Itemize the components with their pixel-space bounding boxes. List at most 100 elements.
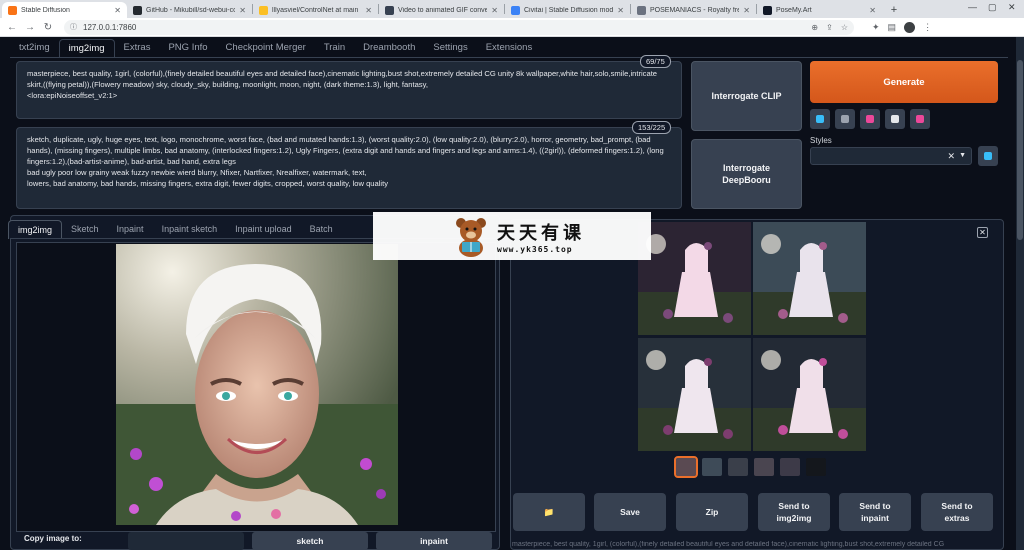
new-tab-icon[interactable]: + [886, 2, 902, 18]
trash-icon[interactable] [835, 109, 855, 129]
subtab-inpaint-sketch[interactable]: Inpaint sketch [153, 220, 227, 239]
browser-tab[interactable]: Stable Diffusion ✕ [2, 2, 127, 18]
tab-favicon-icon [637, 5, 646, 15]
styles-dropdown[interactable]: ✕ ▼ [810, 147, 972, 165]
open-folder-button[interactable]: 📁 [513, 493, 585, 531]
gallery-thumbnail[interactable] [754, 458, 774, 476]
page-scrollbar-thumb[interactable] [1017, 60, 1023, 240]
reload-icon[interactable]: ↻ [40, 19, 56, 35]
tab-extensions[interactable]: Extensions [477, 39, 541, 57]
tab-settings[interactable]: Settings [424, 39, 476, 57]
tab-train[interactable]: Train [315, 39, 354, 57]
browser-tab[interactable]: PoseMy.Art ✕ [757, 2, 882, 18]
bookmark-star-icon[interactable]: ☆ [841, 23, 848, 32]
gallery-thumbnail[interactable] [728, 458, 748, 476]
send-to-img2img-button[interactable]: Send to img2img [758, 493, 830, 531]
close-tab-icon[interactable]: ✕ [114, 6, 121, 15]
input-image[interactable] [116, 244, 398, 525]
browser-tab[interactable]: GitHub - Mikubill/sd-webui-con ✕ [127, 2, 252, 18]
browser-tab[interactable]: Video to animated GIF converter✕ [379, 2, 504, 18]
save-button[interactable]: Save [594, 493, 666, 531]
generate-button[interactable]: Generate [810, 61, 998, 103]
prompt-line: fingers:1.2),(bad-artist-anime), bad-art… [27, 157, 236, 166]
clipboard-icon-glyph [891, 115, 899, 123]
paste-icon[interactable] [810, 109, 830, 129]
share-icon[interactable]: ⇪ [826, 23, 833, 32]
send-to-inpaint-button[interactable]: Send to inpaint [839, 493, 911, 531]
gallery-image[interactable] [753, 338, 866, 451]
extra-networks-icon[interactable] [860, 109, 880, 129]
clipboard-icon[interactable] [885, 109, 905, 129]
browser-tab-strip: Stable Diffusion ✕ GitHub - Mikubill/sd-we… [0, 0, 1024, 18]
window-close-icon[interactable]: ✕ [1008, 2, 1016, 13]
gallery-image[interactable] [638, 222, 751, 335]
bear-mascot-icon [456, 218, 486, 257]
prompt-line: hands), (missing fingers), multiple limb… [27, 146, 664, 155]
generation-info: masterpiece, best quality, 1girl, (color… [512, 541, 945, 548]
subtab-inpaint-upload[interactable]: Inpaint upload [226, 220, 301, 239]
chevron-down-icon[interactable]: ▼ [959, 152, 966, 159]
tab-extras[interactable]: Extras [115, 39, 160, 57]
browser-tab[interactable]: lllyasviel/ControlNet at main ✕ [253, 2, 378, 18]
copy-to-sketch-button[interactable]: sketch [252, 532, 368, 550]
tab-favicon-icon [511, 5, 520, 15]
prompt-line: <lora:epiNoiseoffset_v2:1> [27, 91, 118, 100]
save-style-icon[interactable] [910, 109, 930, 129]
tab-dreambooth[interactable]: Dreambooth [354, 39, 424, 57]
browser-tab[interactable]: Civitai | Stable Diffusion models ✕ [505, 2, 630, 18]
watermark: 天天有课 www.yk365.top [373, 212, 651, 260]
back-icon[interactable]: ← [4, 19, 20, 35]
close-tab-icon[interactable]: ✕ [365, 6, 372, 15]
close-tab-icon[interactable]: ✕ [617, 6, 624, 15]
tab-img2img[interactable]: img2img [58, 39, 115, 57]
tab-favicon-icon [133, 5, 142, 15]
gallery-thumbnail[interactable] [780, 458, 800, 476]
close-tab-icon[interactable]: ✕ [491, 6, 498, 15]
gallery-image[interactable] [753, 222, 866, 335]
menu-icon[interactable]: ⋮ [923, 22, 932, 33]
close-tab-icon[interactable]: ✕ [869, 6, 876, 15]
gallery-thumbnail[interactable] [674, 456, 698, 478]
clear-styles-icon[interactable]: ✕ [947, 151, 955, 162]
subtab-sketch[interactable]: Sketch [62, 220, 108, 239]
info-icon[interactable]: ⓘ [70, 22, 77, 32]
negative-prompt-textarea[interactable]: sketch, duplicate, ugly, huge eyes, text… [16, 127, 682, 209]
tab-checkpoint-merger[interactable]: Checkpoint Merger [217, 39, 315, 57]
subtab-batch[interactable]: Batch [301, 220, 342, 239]
address-bar[interactable]: ⓘ 127.0.0.1:7860 ⊕ ⇪ ☆ [64, 19, 854, 35]
send-to-extras-button[interactable]: Send to extras [921, 493, 993, 531]
close-icon[interactable]: ✕ [977, 227, 988, 238]
tab-png-info[interactable]: PNG Info [159, 39, 216, 57]
profile-avatar[interactable] [904, 21, 916, 33]
gallery-thumbnail[interactable] [806, 458, 826, 476]
zip-button[interactable]: Zip [676, 493, 748, 531]
close-tab-icon[interactable]: ✕ [743, 6, 750, 15]
browser-tab[interactable]: POSEMANIACS - Royalty free 3d✕ [631, 2, 756, 18]
close-tab-icon[interactable]: ✕ [239, 6, 246, 15]
subtab-img2img[interactable]: img2img [8, 220, 63, 239]
webui-app: txt2img img2img Extras PNG Info Checkpoint M… [0, 37, 1024, 550]
maximize-icon[interactable]: ▢ [988, 2, 997, 13]
prompt-token-counter: 69/75 [640, 55, 671, 68]
apply-style-icon[interactable] [978, 146, 998, 166]
extra-networks-icon-glyph [866, 115, 874, 123]
address-url: 127.0.0.1:7860 [83, 22, 137, 32]
interrogate-deepbooru-button[interactable]: Interrogate DeepBooru [691, 139, 802, 209]
forward-icon[interactable]: → [22, 19, 38, 35]
subtab-inpaint[interactable]: Inpaint [108, 220, 153, 239]
copy-to-img2img-button[interactable] [128, 532, 244, 550]
tab-txt2img[interactable]: txt2img [10, 39, 59, 57]
browser-tab-title: GitHub - Mikubill/sd-webui-con [146, 6, 236, 14]
interrogate-clip-button[interactable]: Interrogate CLIP [691, 61, 802, 131]
gallery-image[interactable] [638, 338, 751, 451]
tab-search-icon[interactable]: ▤ [888, 22, 897, 33]
gallery-thumbnail[interactable] [702, 458, 722, 476]
copy-to-inpaint-button[interactable]: inpaint [376, 532, 492, 550]
extensions-icon[interactable]: ✦ [872, 22, 880, 33]
prompt-textarea[interactable]: masterpiece, best quality, 1girl, (color… [16, 61, 682, 119]
zoom-icon[interactable]: ⊕ [811, 23, 818, 32]
prompt-line: skirt,((flying petal)),(Flowery meadow) … [27, 80, 428, 89]
minimize-icon[interactable]: — [968, 2, 977, 12]
tab-favicon-icon [8, 5, 17, 15]
img2img-mode-tabs: img2img Sketch Inpaint Inpaint sketch Inpain… [8, 220, 342, 239]
